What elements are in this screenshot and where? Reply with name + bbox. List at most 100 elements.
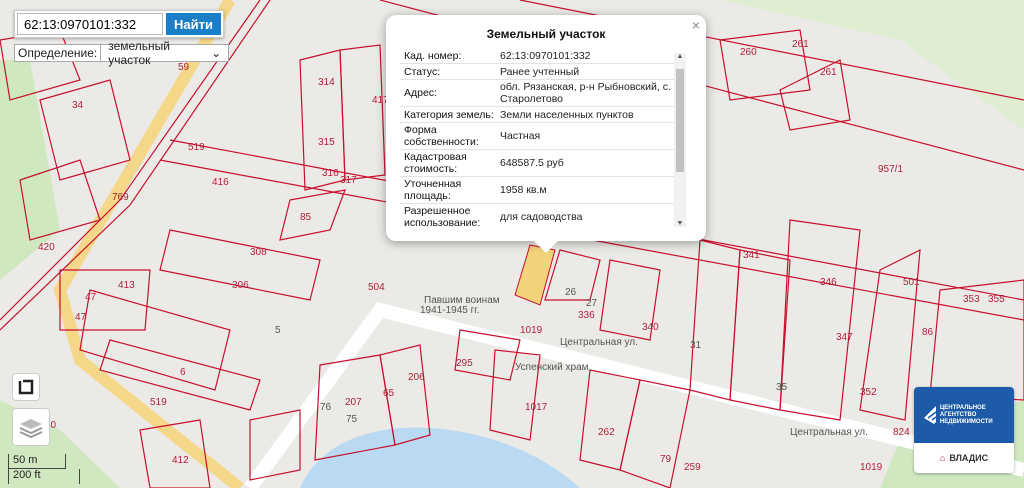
- map-label: 31: [690, 340, 702, 351]
- map-label: 34: [72, 100, 84, 111]
- info-row: Кад. номер: 62:13:0970101:332: [400, 48, 674, 64]
- map-label: 316: [322, 168, 339, 179]
- map-label: 295: [456, 358, 473, 369]
- map-label: Центральная ул.: [560, 337, 638, 348]
- map-label: 261: [792, 39, 809, 50]
- map-label: 308: [250, 247, 267, 258]
- map-label: 76: [320, 402, 332, 413]
- popup-title: Земельный участок: [486, 27, 606, 41]
- scale-imperial: 200 ft: [8, 469, 80, 484]
- scrollbar-thumb[interactable]: [676, 69, 684, 172]
- info-row: Категория земель: Земли населенных пункто…: [400, 107, 674, 123]
- map-label: 355: [988, 294, 1005, 305]
- definition-selector: Определение: земельный участок ⌄: [14, 39, 230, 67]
- map-label: 504: [368, 282, 385, 293]
- info-value: Ранее учтенный: [500, 65, 580, 78]
- map-label: 75: [346, 414, 358, 425]
- map-label: 26: [565, 287, 577, 298]
- scroll-down-icon[interactable]: ▼: [674, 220, 686, 227]
- parcel-info-popup: × Земельный участок Кад. номер: 62:13:097…: [386, 15, 706, 253]
- map-label: 47: [75, 312, 87, 323]
- popup-scrollbar[interactable]: ▲ ▼: [674, 53, 686, 227]
- map-label: 1019: [520, 325, 543, 336]
- info-key: Уточненная площадь:: [404, 178, 462, 202]
- map-label: 416: [212, 177, 229, 188]
- map-label: 347: [836, 332, 853, 343]
- map-label: 306: [232, 280, 249, 291]
- definition-label: Определение:: [18, 46, 98, 60]
- map-label: 5: [275, 325, 281, 336]
- map-label: Успенский храм: [515, 362, 589, 373]
- map-label: 336: [578, 310, 595, 321]
- map-label: 27: [586, 298, 598, 309]
- map-label: 207: [345, 397, 362, 408]
- fullscreen-button[interactable]: [12, 373, 40, 401]
- info-row: Уточненная площадь: 1958 кв.м: [400, 177, 674, 204]
- scroll-up-icon[interactable]: ▲: [674, 53, 686, 60]
- map-label: 206: [408, 372, 425, 383]
- find-button[interactable]: Найти: [166, 13, 221, 35]
- info-value: 1958 кв.м: [500, 184, 547, 196]
- map-label: Центральная ул.: [790, 427, 868, 438]
- search-bar: Найти: [14, 10, 224, 38]
- scale-bar: 50 m 200 ft: [8, 454, 80, 484]
- map-label: 352: [860, 387, 877, 398]
- map-label: 260: [740, 47, 757, 58]
- definition-select[interactable]: земельный участок ⌄: [100, 39, 228, 67]
- map-label: 519: [188, 142, 205, 153]
- map-label: 1017: [525, 402, 548, 413]
- map-label: 261: [820, 67, 837, 78]
- map-label: 1941-1945 гг.: [420, 305, 479, 316]
- brand-name: ВЛАДИС: [949, 453, 989, 463]
- close-icon[interactable]: ×: [692, 17, 700, 33]
- info-key: Кадастровая стоимость:: [404, 151, 467, 175]
- map-label: 314: [318, 77, 335, 88]
- agency-emblem-icon: [924, 406, 936, 424]
- info-key: Форма собственности:: [404, 124, 479, 148]
- info-value: Земли населенных пунктов: [500, 108, 634, 121]
- parcel-info-table: Кад. номер: 62:13:0970101:332 Статус: Ранее…: [400, 48, 674, 230]
- house-icon: ⌂: [939, 453, 946, 463]
- info-value: обл. Рязанская, р-н Рыбновский, с. Старо…: [500, 81, 671, 105]
- map-label: 6: [180, 367, 186, 378]
- info-row: Разрешенное использование: для садоводств…: [400, 204, 674, 230]
- map-label: 86: [922, 327, 934, 338]
- info-row: Кадастровая стоимость: 648587.5 руб: [400, 150, 674, 177]
- info-value: Частная: [500, 130, 541, 142]
- info-row: Форма собственности: Частная: [400, 123, 674, 150]
- map-label: 262: [598, 427, 615, 438]
- info-row: Адрес: обл. Рязанская, р-н Рыбновский, с.…: [400, 80, 674, 107]
- layers-icon: [19, 419, 43, 439]
- map-label: 315: [318, 137, 335, 148]
- map-label: 501: [903, 277, 920, 288]
- map-label: 420: [38, 242, 55, 253]
- frame-icon: [18, 379, 34, 395]
- map-label: 346: [820, 277, 837, 288]
- map-label: 85: [300, 212, 312, 223]
- map-label: 519: [150, 397, 167, 408]
- info-key: Статус:: [404, 65, 441, 78]
- scale-metric: 50 m: [8, 454, 66, 469]
- map-label: 1019: [860, 462, 883, 473]
- info-value: для садоводства: [500, 211, 583, 223]
- map-label: 769: [112, 192, 129, 203]
- map-label: 412: [172, 455, 189, 466]
- map-label: 413: [118, 280, 135, 291]
- map-label: 65: [383, 388, 395, 399]
- cadastral-number-input[interactable]: [17, 13, 163, 35]
- map-label: 341: [743, 250, 760, 261]
- map-label: 79: [660, 454, 672, 465]
- info-key: Кад. номер:: [404, 49, 462, 62]
- map-label: 824: [893, 427, 910, 438]
- map-label: 35: [776, 382, 788, 393]
- info-key: Категория земель:: [404, 108, 494, 121]
- agency-name: ЦЕНТРАЛЬНОЕ АГЕНТСТВО НЕДВИЖИМОСТИ: [939, 404, 993, 425]
- map-label: 317: [340, 175, 357, 186]
- map-label: 353: [963, 294, 980, 305]
- info-row: Статус: Ранее учтенный: [400, 64, 674, 80]
- info-value: 62:13:0970101:332: [500, 49, 591, 62]
- layers-button[interactable]: [12, 408, 50, 446]
- agency-logo[interactable]: ЦЕНТРАЛЬНОЕ АГЕНТСТВО НЕДВИЖИМОСТИ ⌂ ВЛАД…: [914, 387, 1014, 473]
- chevron-down-icon: ⌄: [211, 46, 222, 60]
- definition-value: земельный участок: [108, 39, 170, 67]
